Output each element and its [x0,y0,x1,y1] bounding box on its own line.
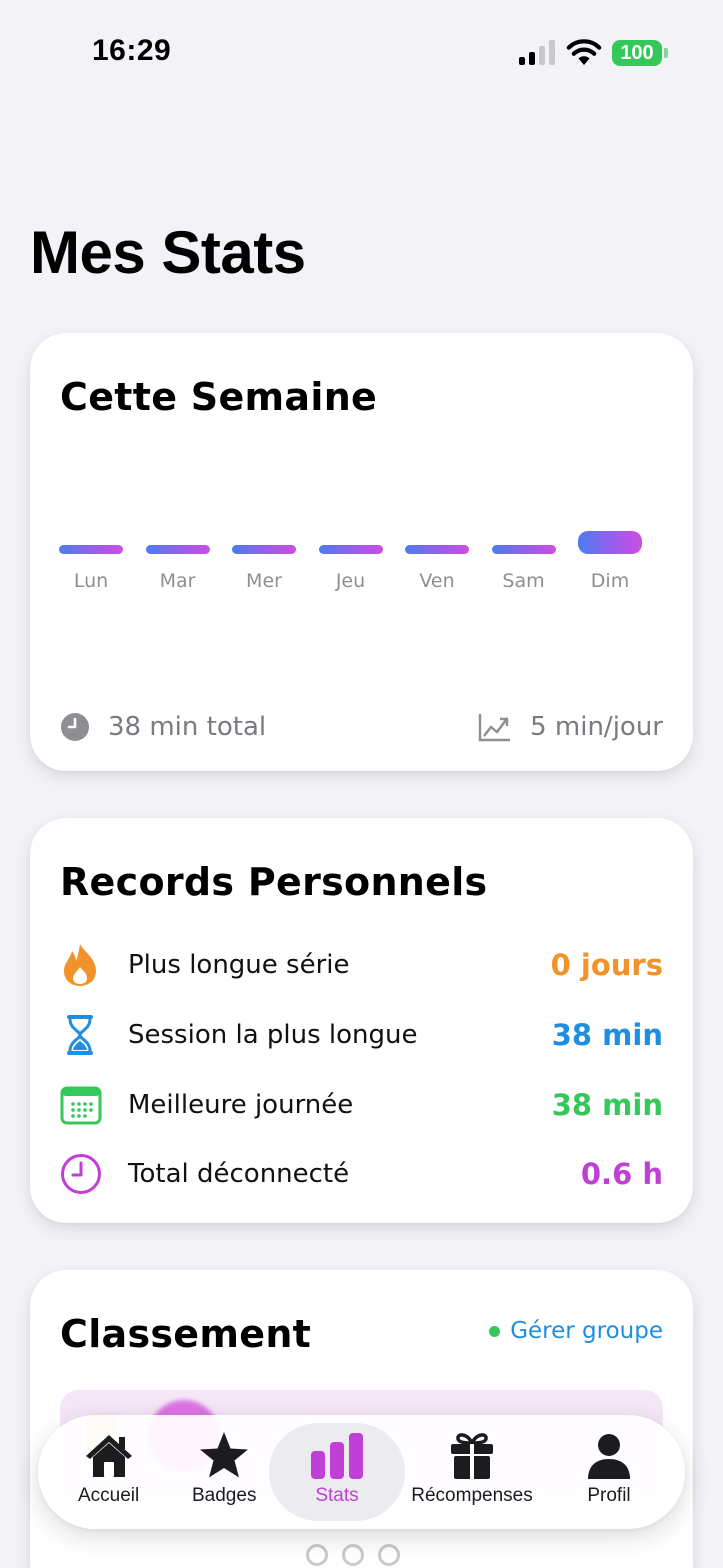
record-value: 0.6 h [580,1157,663,1191]
week-average-text: 5 min/jour [530,712,663,742]
page-dot [342,1544,364,1566]
record-label: Plus longue série [128,950,350,980]
record-row-longest-streak: Plus longue série 0 jours [60,940,663,990]
week-total-text: 38 min total [108,712,267,742]
house-icon [85,1435,132,1477]
week-card: Cette Semaine Lun Mar Mer Jeu Ven Sam Dim 38 m… [30,333,693,771]
tab-bar: Accueil Badges Stats Récompenses Profil [38,1415,685,1529]
record-row-total-disconnected: Total déconnecté 0.6 h [60,1149,663,1199]
star-icon [200,1432,249,1478]
week-average: 5 min/jour [478,707,663,747]
battery-indicator: 100 [612,40,662,66]
week-bar-sam [491,545,556,554]
week-bar-dim [578,531,642,554]
record-label: Total déconnecté [128,1159,350,1189]
bar-chart-icon [311,1433,363,1479]
week-bar-lun [59,545,123,554]
week-bar-jeu [318,545,383,554]
record-value: 38 min [551,1088,663,1122]
tab-badges[interactable]: Badges [192,1429,256,1519]
status-time: 16:29 [92,34,172,67]
person-icon [588,1434,630,1479]
page-dot [378,1544,400,1566]
record-row-longest-session: Session la plus longue 38 min [60,1010,663,1060]
manage-group-label: Gérer groupe [510,1318,663,1344]
tab-label: Stats [315,1485,359,1506]
records-card: Records Personnels Plus longue série 0 j… [30,818,693,1223]
tab-profile[interactable]: Profil [582,1429,636,1519]
battery-cap [664,48,668,58]
record-label: Meilleure journée [128,1090,354,1120]
records-card-title: Records Personnels [60,860,488,904]
day-label: Ven [419,570,455,592]
record-value: 38 min [551,1018,663,1052]
trend-chart-icon [478,714,511,742]
record-row-best-day: Meilleure journée 38 min [60,1080,663,1130]
tab-label: Récompenses [411,1485,533,1506]
day-label: Sam [502,570,545,592]
day-label: Mer [246,570,282,592]
day-label: Jeu [335,570,366,592]
battery-level: 100 [620,41,654,64]
record-value: 0 jours [550,948,663,982]
week-total: 38 min total [60,707,266,747]
clock-icon [61,1154,101,1194]
manage-group-link[interactable]: Gérer groupe [489,1318,663,1344]
tab-rewards[interactable]: Récompenses [410,1429,534,1519]
tab-label: Profil [587,1485,631,1506]
tab-label: Badges [192,1485,257,1506]
week-bar-chart: Lun Mar Mer Jeu Ven Sam Dim [30,333,693,771]
online-dot-icon [489,1325,501,1337]
status-bar: 16:29 100 [0,0,723,100]
week-bar-mer [232,545,296,554]
flame-icon [64,944,96,986]
day-label: Lun [73,570,109,592]
tab-stats[interactable]: Stats [310,1429,364,1519]
week-bar-ven [405,545,469,554]
tab-label: Accueil [78,1485,140,1506]
cellular-signal-icon [519,40,555,65]
tab-home[interactable]: Accueil [78,1429,139,1519]
week-bar-mar [145,545,210,554]
record-label: Session la plus longue [128,1020,418,1050]
gift-icon [451,1433,493,1479]
page-title: Mes Stats [30,219,306,286]
wifi-icon [566,39,602,65]
day-label: Dim [590,570,630,592]
ranking-card-title: Classement [60,1312,312,1356]
calendar-icon [60,1086,102,1125]
page-dot [306,1544,328,1566]
hourglass-icon [67,1015,93,1055]
day-label: Mar [159,570,196,592]
clock-icon [61,713,89,741]
stats-screen: 16:29 100 Mes Stats Cette Semaine Lun Mar… [0,0,723,1568]
page-indicator [306,1544,400,1566]
